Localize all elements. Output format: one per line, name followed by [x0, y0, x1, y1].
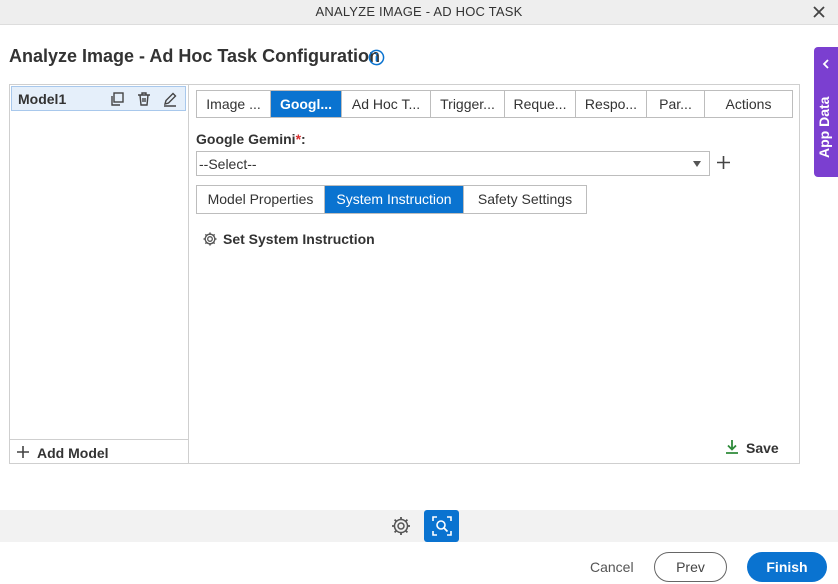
add-model-label: Add Model — [37, 445, 109, 461]
bottom-toolbar — [0, 510, 838, 542]
chevron-left-icon — [822, 59, 829, 69]
page-title: Analyze Image - Ad Hoc Task Configuratio… — [9, 46, 381, 66]
plus-icon[interactable] — [716, 155, 731, 170]
pencil-icon[interactable] — [162, 91, 178, 107]
label-colon: : — [301, 131, 306, 147]
prev-button[interactable]: Prev — [654, 552, 727, 582]
plus-icon — [17, 446, 29, 458]
tab-safety-settings[interactable]: Safety Settings — [464, 186, 586, 213]
tab-model-properties[interactable]: Model Properties — [197, 186, 325, 213]
tab-system-instruction[interactable]: System Instruction — [325, 186, 464, 213]
app-data-tab[interactable]: App Data — [814, 47, 838, 177]
gear-icon[interactable] — [390, 515, 412, 537]
chevron-down-icon — [693, 161, 701, 167]
set-system-instruction-label: Set System Instruction — [223, 231, 375, 247]
app-data-label: App Data — [816, 96, 832, 158]
tab-actions[interactable]: Actions — [705, 91, 792, 117]
tab-google[interactable]: Googl... — [271, 91, 342, 117]
download-icon — [726, 440, 738, 454]
window-titlebar: ANALYZE IMAGE - AD HOC TASK — [0, 0, 838, 25]
tab-request[interactable]: Reque... — [505, 91, 576, 117]
google-gemini-text: Google Gemini — [196, 131, 296, 147]
main-tabs: Image ... Googl... Ad Hoc T... Trigger..… — [196, 90, 793, 118]
image-search-icon — [432, 516, 452, 536]
google-gemini-select[interactable]: --Select-- — [196, 151, 710, 176]
tab-response[interactable]: Respo... — [576, 91, 647, 117]
info-icon[interactable] — [368, 49, 385, 66]
sub-tabs: Model Properties System Instruction Safe… — [196, 185, 587, 214]
analyze-image-button[interactable] — [424, 510, 459, 542]
gear-icon — [203, 232, 217, 246]
close-icon[interactable] — [810, 3, 828, 21]
add-model-button[interactable]: Add Model — [9, 439, 189, 464]
trash-icon[interactable] — [136, 91, 152, 107]
cancel-button[interactable]: Cancel — [590, 559, 634, 575]
tab-image[interactable]: Image ... — [197, 91, 271, 117]
tab-trigger[interactable]: Trigger... — [431, 91, 505, 117]
select-value: --Select-- — [199, 156, 257, 172]
finish-button[interactable]: Finish — [747, 552, 827, 582]
save-label: Save — [746, 440, 779, 456]
copy-icon[interactable] — [109, 91, 125, 107]
tab-ad-hoc-task[interactable]: Ad Hoc T... — [342, 91, 431, 117]
google-gemini-label: Google Gemini*: — [196, 131, 306, 147]
tab-parameters[interactable]: Par... — [647, 91, 705, 117]
window-title: ANALYZE IMAGE - AD HOC TASK — [315, 4, 523, 19]
model-label: Model1 — [18, 91, 67, 107]
model-list-item[interactable]: Model1 — [11, 86, 186, 111]
model-list-panel — [9, 84, 189, 464]
